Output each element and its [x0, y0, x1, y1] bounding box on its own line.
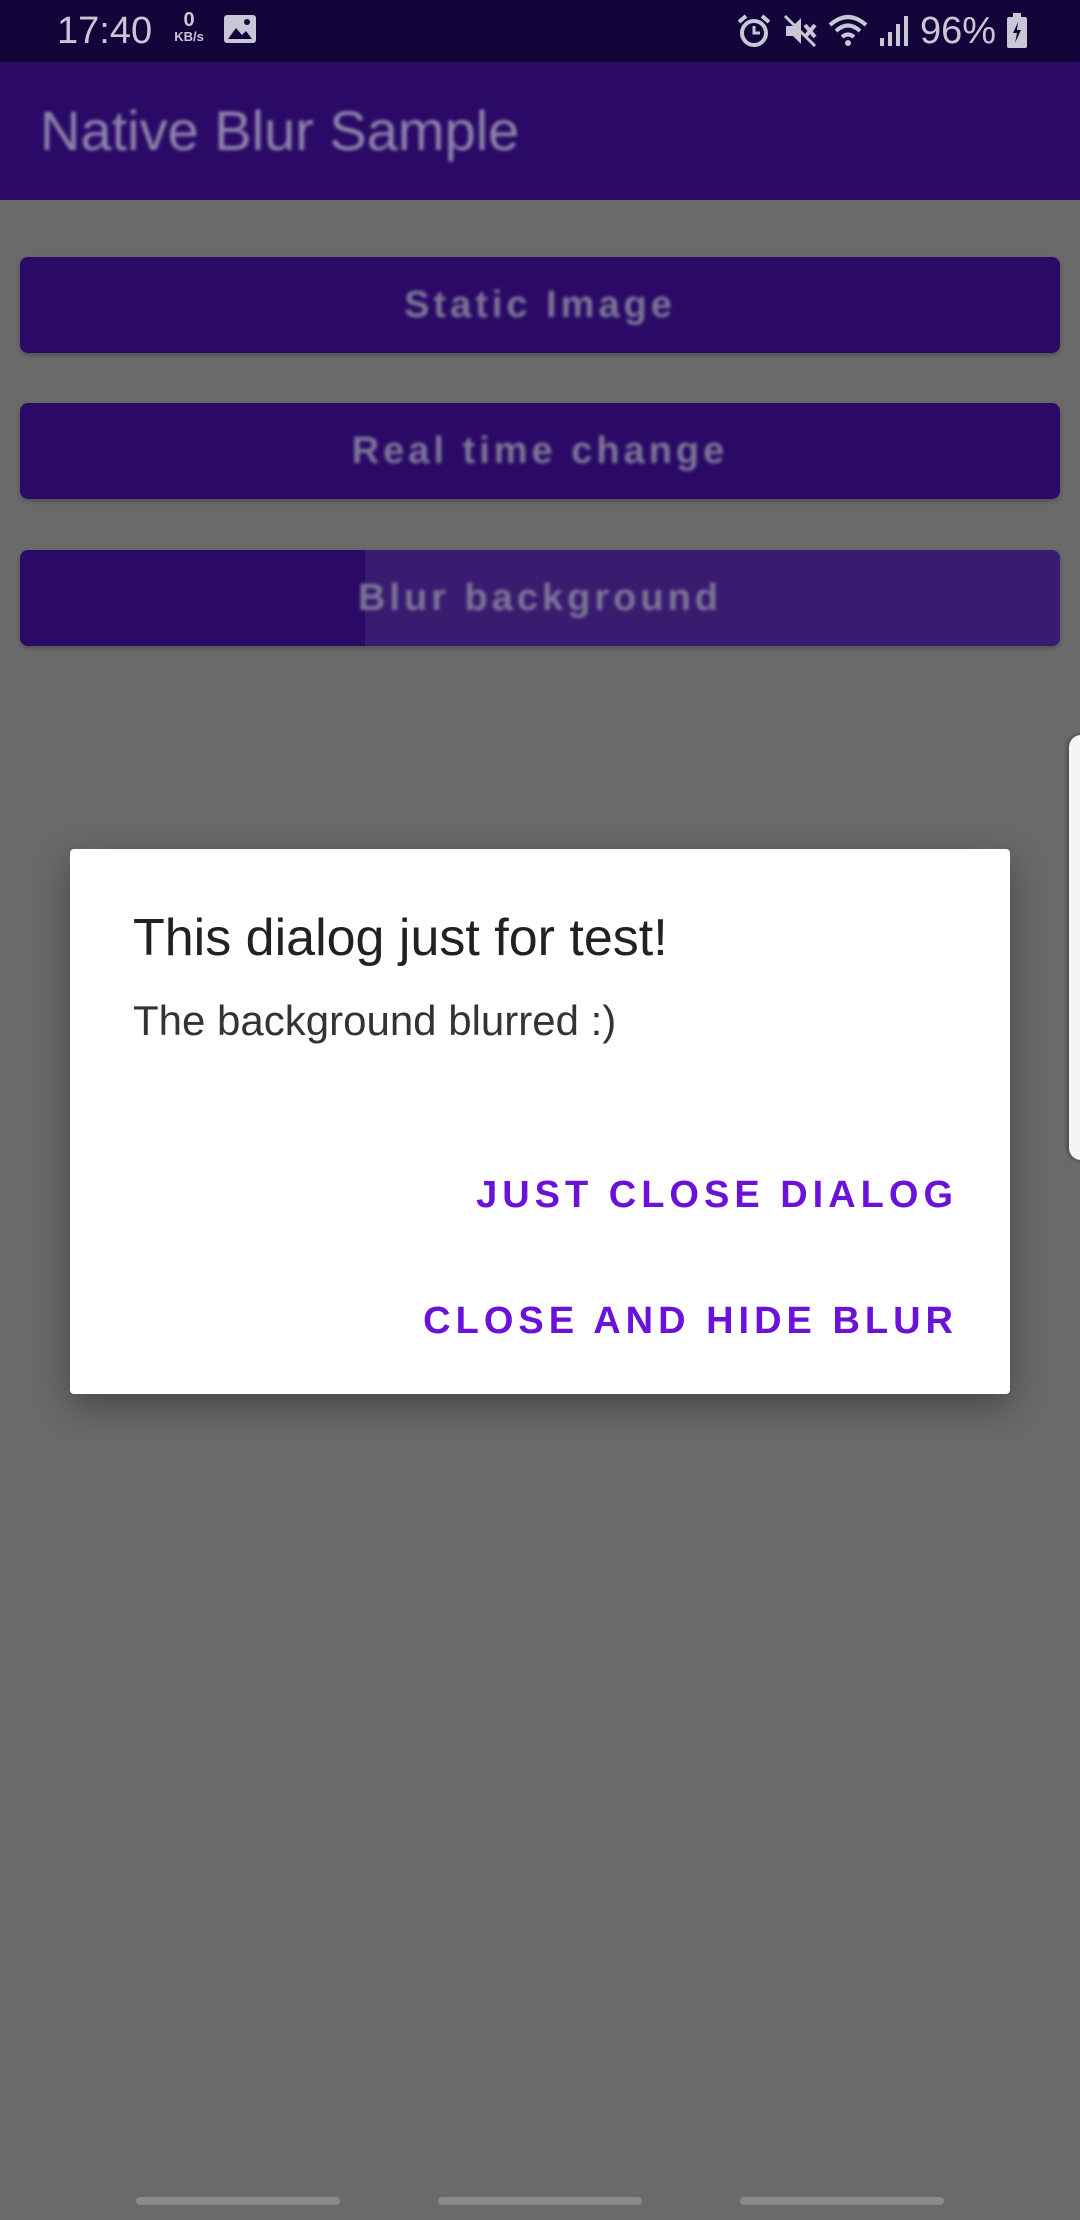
app-title: Native Blur Sample	[40, 99, 520, 162]
alarm-icon	[736, 13, 772, 49]
battery-icon	[1006, 13, 1028, 49]
nav-recents-key[interactable]	[136, 2197, 340, 2205]
network-speed-value: 0	[183, 9, 195, 31]
status-bar: 17:40 0 KB/s 96%	[0, 0, 1080, 62]
navigation-bar	[0, 2160, 1080, 2220]
dialog-title: This dialog just for test!	[133, 909, 668, 967]
app-bar: Native Blur Sample	[0, 62, 1080, 200]
blur-background-button[interactable]: Blur background	[20, 550, 1060, 646]
dialog-message: The background blurred :)	[133, 997, 617, 1044]
network-speed-unit: KB/s	[174, 29, 204, 44]
nav-back-key[interactable]	[740, 2197, 944, 2205]
battery-percent: 96%	[919, 10, 996, 52]
dialog: This dialog just for test! The backgroun…	[70, 849, 1010, 1394]
static-image-button-label: Static Image	[404, 283, 676, 326]
edge-panel-handle[interactable]	[1069, 735, 1080, 1160]
mute-icon	[782, 13, 818, 49]
close-and-hide-blur-button[interactable]: CLOSE AND HIDE BLUR	[423, 1297, 958, 1345]
status-icons: 96%	[736, 8, 1028, 54]
static-image-button[interactable]: Static Image	[20, 257, 1060, 353]
network-speed: 0 KB/s	[168, 10, 210, 44]
image-icon	[223, 14, 257, 44]
just-close-dialog-button[interactable]: JUST CLOSE DIALOG	[476, 1171, 958, 1219]
status-time: 17:40	[57, 10, 153, 52]
real-time-change-button-label: Real time change	[351, 429, 729, 472]
blur-background-button-label: Blur background	[357, 576, 723, 619]
signal-icon	[878, 14, 910, 48]
real-time-change-button[interactable]: Real time change	[20, 403, 1060, 499]
nav-home-key[interactable]	[438, 2197, 642, 2205]
wifi-icon	[828, 13, 868, 49]
